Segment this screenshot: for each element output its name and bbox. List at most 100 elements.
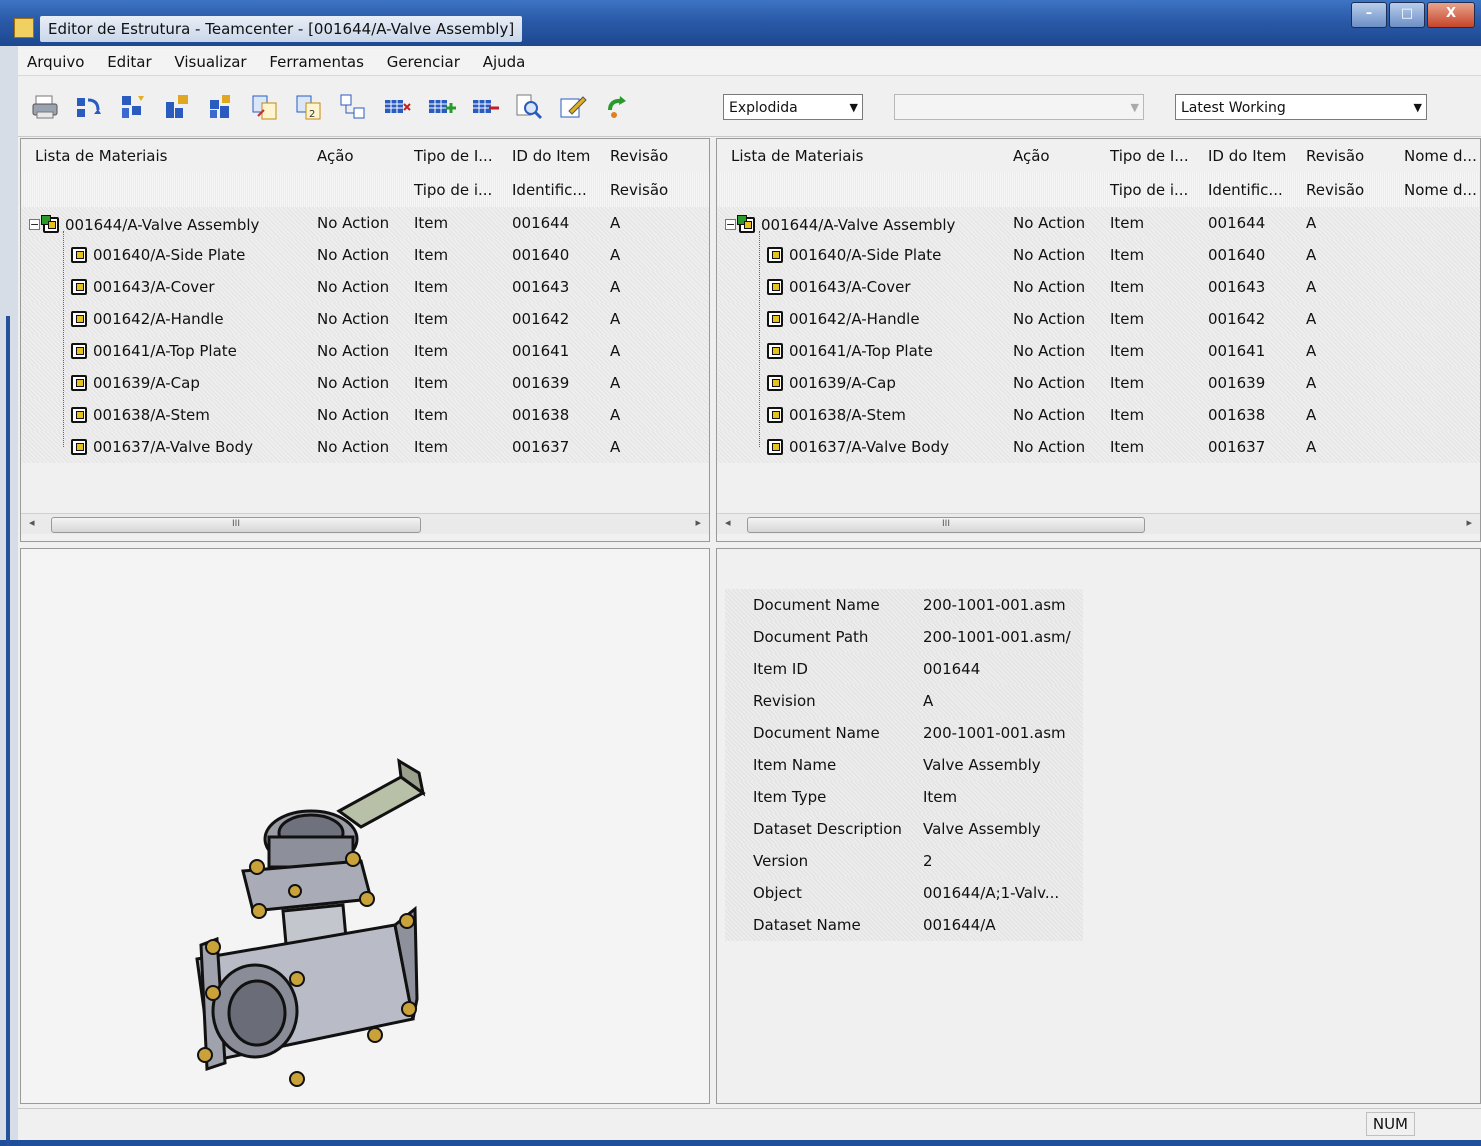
menu-editar[interactable]: Editar xyxy=(98,49,160,75)
property-row[interactable]: Dataset Name 001644/A xyxy=(725,909,1083,941)
table-row[interactable]: 001639/A-Cap No Action Item 001639 A xyxy=(717,367,1480,399)
valve-assembly-model[interactable] xyxy=(21,549,710,1104)
table-row[interactable]: 001642/A-Handle No Action Item 001642 A xyxy=(21,303,709,335)
col-header-nome[interactable]: Nome d... xyxy=(1396,139,1480,173)
property-row[interactable]: Item ID 001644 xyxy=(725,653,1083,685)
table-row[interactable]: 001639/A-Cap No Action Item 001639 A xyxy=(21,367,709,399)
paste-structure-icon[interactable] xyxy=(206,92,236,122)
number-two-icon[interactable]: 2 xyxy=(294,92,324,122)
bom-line-name[interactable]: 001638/A-Stem xyxy=(717,399,1005,431)
col-header-revisao[interactable]: Revisão xyxy=(602,139,702,173)
col-header-id[interactable]: ID do Item xyxy=(1200,139,1298,173)
col-header-id[interactable]: ID do Item xyxy=(504,139,602,173)
bom-line-name[interactable]: 001638/A-Stem xyxy=(21,399,309,431)
title-bar[interactable]: Editor de Estrutura - Teamcenter - [0016… xyxy=(0,0,1481,46)
property-row[interactable]: Dataset Description Valve Assembly xyxy=(725,813,1083,845)
close-button[interactable]: X xyxy=(1427,2,1475,28)
bom-line-name[interactable]: 001639/A-Cap xyxy=(21,367,309,399)
scroll-left-icon[interactable]: ◂ xyxy=(29,516,35,529)
compare-icon[interactable] xyxy=(338,92,368,122)
table-row[interactable]: 001637/A-Valve Body No Action Item 001637 A xyxy=(21,431,709,463)
bom-line-name[interactable]: 001640/A-Side Plate xyxy=(21,239,309,271)
bom-right-horizontal-scrollbar[interactable]: ◂ III ▸ xyxy=(717,513,1480,534)
property-row[interactable]: Item Name Valve Assembly xyxy=(725,749,1083,781)
scroll-thumb[interactable]: III xyxy=(51,517,421,533)
bom-left-horizontal-scrollbar[interactable]: ◂ III ▸ xyxy=(21,513,709,534)
view-mode-select[interactable]: Explodida ▼ xyxy=(723,94,863,120)
property-row[interactable]: Document Path 200-1001-001.asm/ xyxy=(725,621,1083,653)
context-select[interactable]: ▼ xyxy=(894,94,1144,120)
menu-visualizar[interactable]: Visualizar xyxy=(165,49,255,75)
col-header-lista[interactable]: Lista de Materiais xyxy=(717,139,1005,173)
bom-line-name[interactable]: − 001644/A-Valve Assembly xyxy=(21,207,309,239)
table-row[interactable]: 001637/A-Valve Body No Action Item 001637 A xyxy=(717,431,1480,463)
collapse-icon[interactable]: − xyxy=(725,219,736,230)
revision-rule-select[interactable]: Latest Working ▼ xyxy=(1175,94,1427,120)
add-item-icon[interactable] xyxy=(162,92,192,122)
property-row[interactable]: Revision A xyxy=(725,685,1083,717)
structure-icon[interactable] xyxy=(118,92,148,122)
maximize-button[interactable]: □ xyxy=(1389,2,1425,28)
table-row[interactable]: 001643/A-Cover No Action Item 001643 A xyxy=(717,271,1480,303)
recycle-icon[interactable] xyxy=(602,92,632,122)
table-row[interactable]: 001638/A-Stem No Action Item 001638 A xyxy=(21,399,709,431)
bom-line-name[interactable]: 001641/A-Top Plate xyxy=(717,335,1005,367)
minimize-button[interactable]: – xyxy=(1351,2,1387,28)
collapse-icon[interactable]: − xyxy=(29,219,40,230)
col-header-revisao[interactable]: Revisão xyxy=(1298,139,1396,173)
table-row[interactable]: 001638/A-Stem No Action Item 001638 A xyxy=(717,399,1480,431)
bom-line-name[interactable]: 001642/A-Handle xyxy=(21,303,309,335)
3d-viewer[interactable] xyxy=(20,548,710,1104)
table-row[interactable]: 001640/A-Side Plate No Action Item 001640 A xyxy=(21,239,709,271)
table-row[interactable]: − 001644/A-Valve Assembly No Action Item 001… xyxy=(717,207,1480,239)
scroll-right-icon[interactable]: ▸ xyxy=(695,516,701,529)
table-edit-icon[interactable] xyxy=(382,92,412,122)
bom-line-label: 001639/A-Cap xyxy=(789,374,896,392)
col-header-lista[interactable]: Lista de Materiais xyxy=(21,139,309,173)
scroll-right-icon[interactable]: ▸ xyxy=(1466,516,1472,529)
property-name: Dataset Description xyxy=(753,820,902,838)
col-header-acao[interactable]: Ação xyxy=(1005,139,1102,173)
table-row[interactable]: − 001644/A-Valve Assembly No Action Item 001… xyxy=(21,207,709,239)
bom-line-name[interactable]: 001643/A-Cover xyxy=(717,271,1005,303)
number-icon[interactable] xyxy=(250,92,280,122)
table-row[interactable]: 001641/A-Top Plate No Action Item 001641 A xyxy=(717,335,1480,367)
bom-line-name[interactable]: 001637/A-Valve Body xyxy=(717,431,1005,463)
scroll-left-icon[interactable]: ◂ xyxy=(725,516,731,529)
menu-ferramentas[interactable]: Ferramentas xyxy=(260,49,373,75)
item-revision-icon xyxy=(71,279,87,295)
bom-line-name[interactable]: 001642/A-Handle xyxy=(717,303,1005,335)
menu-arquivo[interactable]: Arquivo xyxy=(18,49,93,75)
col-header-tipo[interactable]: Tipo de I... xyxy=(1102,139,1200,173)
assembly-icon xyxy=(41,214,59,233)
bom-line-name[interactable]: 001639/A-Cap xyxy=(717,367,1005,399)
find-icon[interactable] xyxy=(514,92,544,122)
property-row[interactable]: Version 2 xyxy=(725,845,1083,877)
property-row[interactable]: Document Name 200-1001-001.asm xyxy=(725,589,1083,621)
subheader-id: Identific... xyxy=(1208,181,1283,199)
table-row[interactable]: 001641/A-Top Plate No Action Item 001641 A xyxy=(21,335,709,367)
col-header-tipo[interactable]: Tipo de I... xyxy=(406,139,504,173)
bom-line-name[interactable]: 001637/A-Valve Body xyxy=(21,431,309,463)
bom-line-label: 001641/A-Top Plate xyxy=(789,342,933,360)
scroll-thumb[interactable]: III xyxy=(747,517,1145,533)
menu-gerenciar[interactable]: Gerenciar xyxy=(378,49,469,75)
table-row[interactable]: 001642/A-Handle No Action Item 001642 A xyxy=(717,303,1480,335)
bom-line-name[interactable]: 001643/A-Cover xyxy=(21,271,309,303)
table-add-icon[interactable] xyxy=(426,92,456,122)
table-row[interactable]: 001643/A-Cover No Action Item 001643 A xyxy=(21,271,709,303)
menu-ajuda[interactable]: Ajuda xyxy=(474,49,535,75)
edit-icon[interactable] xyxy=(558,92,588,122)
print-icon[interactable] xyxy=(30,92,60,122)
refresh-structure-icon[interactable] xyxy=(74,92,104,122)
bom-line-name[interactable]: 001640/A-Side Plate xyxy=(717,239,1005,271)
bom-line-action: No Action xyxy=(1013,246,1086,264)
property-row[interactable]: Document Name 200-1001-001.asm xyxy=(725,717,1083,749)
col-header-acao[interactable]: Ação xyxy=(309,139,406,173)
table-row[interactable]: 001640/A-Side Plate No Action Item 001640 A xyxy=(717,239,1480,271)
table-remove-icon[interactable] xyxy=(470,92,500,122)
bom-line-name[interactable]: − 001644/A-Valve Assembly xyxy=(717,207,1005,239)
property-row[interactable]: Item Type Item xyxy=(725,781,1083,813)
property-row[interactable]: Object 001644/A;1-Valv... xyxy=(725,877,1083,909)
bom-line-name[interactable]: 001641/A-Top Plate xyxy=(21,335,309,367)
